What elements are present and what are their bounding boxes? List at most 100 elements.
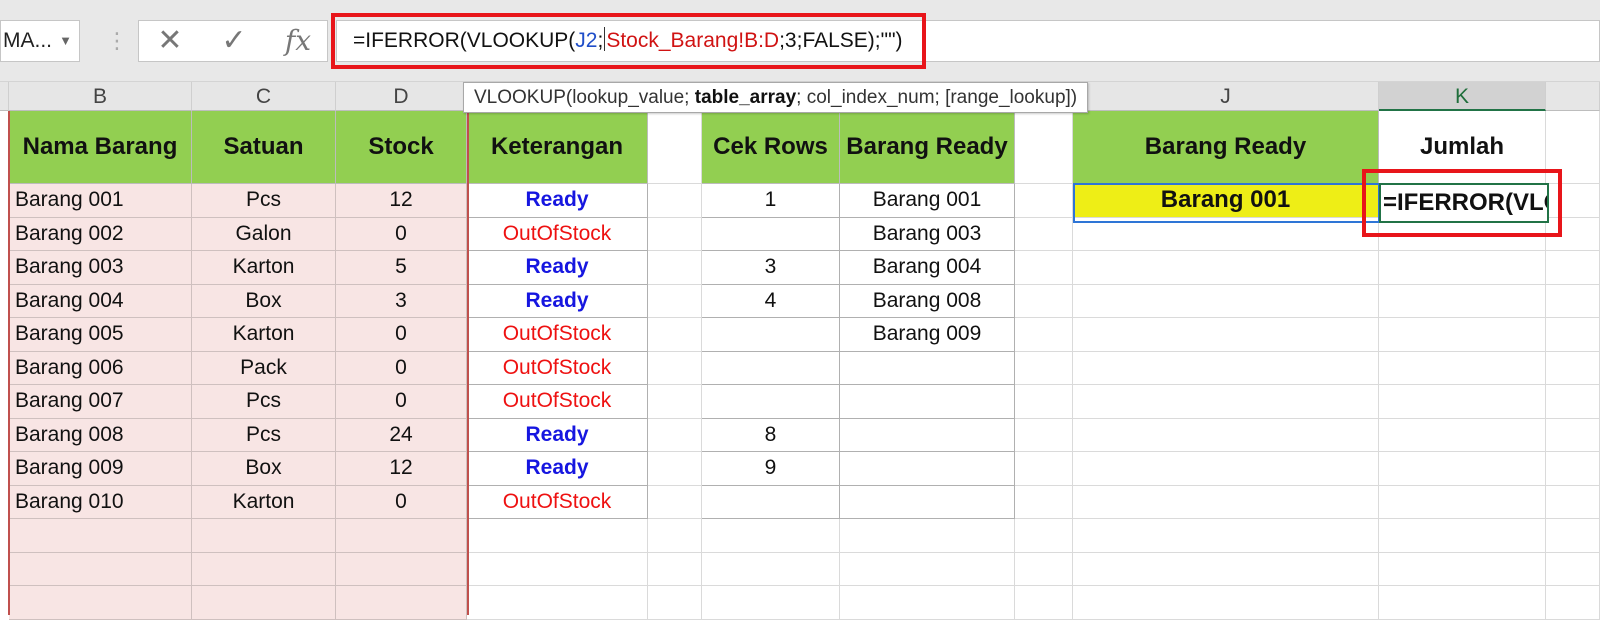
column-header[interactable] — [0, 82, 9, 111]
cell-jumlah[interactable] — [1379, 586, 1546, 620]
cell-empty[interactable] — [648, 586, 702, 620]
cell-empty[interactable] — [648, 519, 702, 553]
cell-empty[interactable] — [1546, 452, 1600, 486]
cell-jumlah[interactable] — [1379, 284, 1546, 318]
cell-empty[interactable] — [1073, 519, 1379, 553]
cell-satuan[interactable]: Pcs — [192, 418, 336, 452]
header-nama-barang[interactable]: Nama Barang — [9, 111, 192, 184]
cell-cek-rows[interactable] — [702, 552, 840, 586]
cell-jumlah[interactable] — [1379, 418, 1546, 452]
cell-jumlah[interactable] — [1379, 519, 1546, 553]
cell-stock[interactable]: 12 — [336, 184, 467, 218]
cell-barang-ready[interactable] — [840, 552, 1015, 586]
cell-j2-barang-ready[interactable]: Barang 001 — [1073, 184, 1379, 218]
cell-stock[interactable]: 24 — [336, 418, 467, 452]
cell-empty[interactable] — [648, 318, 702, 352]
cell-nama-barang[interactable] — [9, 519, 192, 553]
cell-stock[interactable]: 0 — [336, 385, 467, 419]
active-cell-k2-editor[interactable]: =IFERROR(VLOOKUP(J2;Stock_Barang!B:D;3;F… — [1379, 183, 1549, 223]
cell-empty[interactable] — [648, 418, 702, 452]
cell-satuan[interactable]: Pcs — [192, 385, 336, 419]
cell-stock[interactable] — [336, 586, 467, 620]
cell-nama-barang[interactable]: Barang 002 — [9, 217, 192, 251]
cell-empty[interactable] — [1015, 552, 1073, 586]
cell-stock[interactable]: 0 — [336, 318, 467, 352]
cell-cek-rows[interactable]: 1 — [702, 184, 840, 218]
cell-empty[interactable] — [1015, 418, 1073, 452]
header-barang-ready-j[interactable]: Barang Ready — [1073, 111, 1379, 184]
cell-cek-rows[interactable]: 3 — [702, 251, 840, 285]
header-jumlah[interactable]: Jumlah — [1379, 111, 1546, 184]
cell-empty[interactable] — [1073, 217, 1379, 251]
cell-empty[interactable] — [1073, 318, 1379, 352]
column-header-c[interactable]: C — [192, 82, 336, 111]
cell-nama-barang[interactable] — [9, 552, 192, 586]
cell-cek-rows[interactable] — [702, 351, 840, 385]
cell-cek-rows[interactable] — [702, 318, 840, 352]
cell-empty[interactable] — [1015, 318, 1073, 352]
cell-stock[interactable]: 5 — [336, 251, 467, 285]
formula-input[interactable]: =IFERROR(VLOOKUP(J2; Stock_Barang!B:D;3;F… — [336, 20, 1600, 62]
cell-empty[interactable] — [1546, 284, 1600, 318]
cell-empty[interactable] — [648, 217, 702, 251]
cell-empty[interactable] — [648, 184, 702, 218]
cell-nama-barang[interactable]: Barang 003 — [9, 251, 192, 285]
enter-icon[interactable]: ✓ — [209, 21, 259, 61]
cell-keterangan[interactable]: OutOfStock — [467, 318, 648, 352]
cell-barang-ready[interactable]: Barang 008 — [840, 284, 1015, 318]
cell-stock[interactable]: 3 — [336, 284, 467, 318]
cell-empty[interactable] — [1015, 217, 1073, 251]
cell-empty[interactable] — [1015, 111, 1073, 184]
cell-barang-ready[interactable] — [840, 519, 1015, 553]
cell-keterangan[interactable] — [467, 586, 648, 620]
cell-satuan[interactable]: Box — [192, 284, 336, 318]
cell-barang-ready[interactable]: Barang 001 — [840, 184, 1015, 218]
cell-satuan[interactable]: Pcs — [192, 184, 336, 218]
cell-empty[interactable] — [1015, 385, 1073, 419]
cell-empty[interactable] — [648, 552, 702, 586]
header-cek-rows[interactable]: Cek Rows — [702, 111, 840, 184]
cell-empty[interactable] — [648, 111, 702, 184]
cell-empty[interactable] — [1546, 318, 1600, 352]
cell-empty[interactable] — [1073, 452, 1379, 486]
cell-nama-barang[interactable]: Barang 004 — [9, 284, 192, 318]
cell-barang-ready[interactable] — [840, 586, 1015, 620]
cell-satuan[interactable]: Box — [192, 452, 336, 486]
cell-empty[interactable] — [1546, 485, 1600, 519]
header-satuan[interactable]: Satuan — [192, 111, 336, 184]
cell-empty[interactable] — [1546, 217, 1600, 251]
cell-barang-ready[interactable] — [840, 452, 1015, 486]
cell-empty[interactable] — [1073, 552, 1379, 586]
cell-empty[interactable] — [1073, 251, 1379, 285]
cell-stock[interactable]: 0 — [336, 485, 467, 519]
cell-cek-rows[interactable] — [702, 385, 840, 419]
insert-function-icon[interactable]: fx — [273, 21, 323, 61]
cell-stock[interactable]: 12 — [336, 452, 467, 486]
cell-satuan[interactable] — [192, 552, 336, 586]
column-header-b[interactable]: B — [9, 82, 192, 111]
cell-empty[interactable] — [1015, 251, 1073, 285]
tooltip-arg-table-array[interactable]: table_array — [695, 87, 796, 108]
cell-nama-barang[interactable]: Barang 009 — [9, 452, 192, 486]
cell-keterangan[interactable]: OutOfStock — [467, 217, 648, 251]
cell-empty[interactable] — [1073, 418, 1379, 452]
cell-cek-rows[interactable]: 9 — [702, 452, 840, 486]
cell-jumlah[interactable] — [1379, 318, 1546, 352]
cell-empty[interactable] — [648, 452, 702, 486]
cell-nama-barang[interactable]: Barang 007 — [9, 385, 192, 419]
cell-satuan[interactable]: Karton — [192, 251, 336, 285]
cell-nama-barang[interactable]: Barang 001 — [9, 184, 192, 218]
cell-stock[interactable]: 0 — [336, 217, 467, 251]
header-barang-ready[interactable]: Barang Ready — [840, 111, 1015, 184]
cell-barang-ready[interactable] — [840, 385, 1015, 419]
cell-empty[interactable] — [1073, 284, 1379, 318]
cell-nama-barang[interactable]: Barang 008 — [9, 418, 192, 452]
cell-satuan[interactable] — [192, 519, 336, 553]
cell-cek-rows[interactable] — [702, 485, 840, 519]
name-box[interactable]: MA... ▼ — [0, 20, 80, 62]
cell-cek-rows[interactable] — [702, 586, 840, 620]
cell-satuan[interactable]: Karton — [192, 318, 336, 352]
cell-jumlah[interactable] — [1379, 485, 1546, 519]
cell-empty[interactable] — [1073, 385, 1379, 419]
cell-nama-barang[interactable]: Barang 006 — [9, 351, 192, 385]
